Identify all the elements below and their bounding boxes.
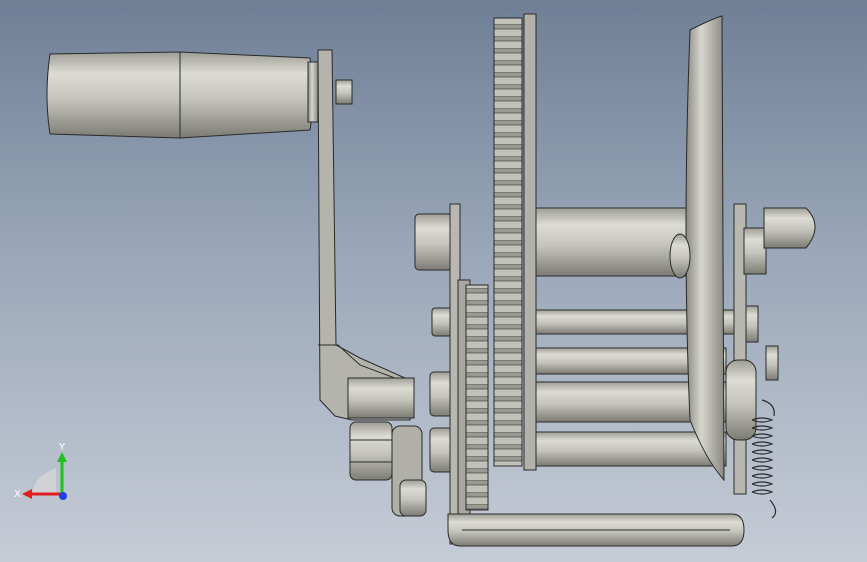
crank-handle[interactable] bbox=[46, 51, 353, 139]
x-axis-label: X bbox=[14, 489, 21, 500]
crank-arm[interactable] bbox=[317, 49, 415, 421]
hex-nut[interactable] bbox=[349, 421, 427, 517]
winch-model[interactable] bbox=[0, 0, 867, 562]
graphics-viewport[interactable]: Y X bbox=[0, 0, 867, 562]
drive-gear[interactable] bbox=[493, 13, 537, 471]
triad-plane bbox=[32, 468, 56, 494]
frame-plate[interactable] bbox=[725, 203, 816, 495]
x-axis-arrow bbox=[22, 489, 32, 499]
y-axis-arrow bbox=[57, 452, 67, 462]
drive-gear[interactable] bbox=[465, 284, 489, 511]
z-axis bbox=[59, 492, 67, 500]
y-axis-label: Y bbox=[58, 442, 66, 453]
base-bar[interactable] bbox=[447, 513, 745, 547]
coordinate-triad: Y X bbox=[14, 442, 67, 500]
